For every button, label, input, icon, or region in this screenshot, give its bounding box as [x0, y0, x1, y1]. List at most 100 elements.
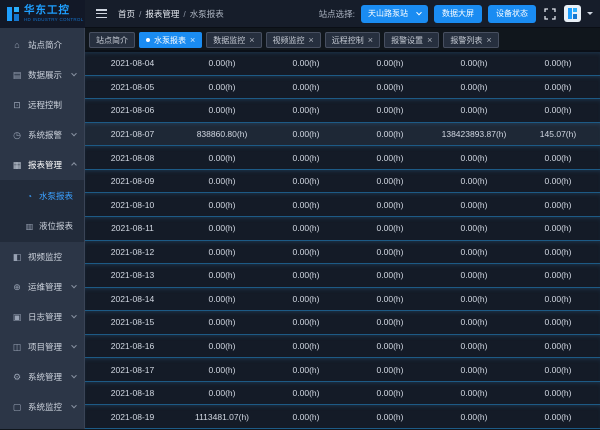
table-row[interactable]: 2021-08-08 0.00(h) 0.00(h) 0.00(h) 0.00(… — [85, 146, 600, 170]
sidebar-item[interactable]: ⚙ 系统管理 — [0, 362, 84, 392]
device-status-button[interactable]: 设备状态 — [488, 5, 536, 23]
table-row[interactable]: 2021-08-04 0.00(h) 0.00(h) 0.00(h) 0.00(… — [85, 52, 600, 76]
sidebar-item[interactable]: ▦ 报表管理 — [0, 150, 84, 180]
chevron-icon — [71, 162, 77, 168]
sidebar-item[interactable]: ▢ 系统监控 — [0, 392, 84, 422]
sidebar-item[interactable]: ◷ 系统报警 — [0, 120, 84, 150]
row-value-cell: 0.00(h) — [432, 105, 516, 115]
tab[interactable]: 远程控制 × — [325, 32, 380, 48]
project-manage-icon: ◫ — [12, 342, 22, 353]
row-value-cell: 0.00(h) — [264, 317, 348, 327]
active-tab-dot — [146, 38, 150, 42]
pump-report-icon: ◔ — [25, 192, 34, 201]
row-value-cell: 0.00(h) — [180, 270, 264, 280]
video-monitor-icon: ◧ — [12, 252, 22, 263]
sidebar-subitem-label: 水泵报表 — [39, 190, 73, 202]
table-row[interactable]: 2021-08-07 838860.80(h) 0.00(h) 0.00(h) … — [85, 123, 600, 147]
sidebar-item-label: 项目管理 — [28, 341, 62, 353]
tab[interactable]: 视频监控 × — [266, 32, 321, 48]
row-value-cell: 0.00(h) — [516, 412, 600, 422]
row-value-cell: 0.00(h) — [432, 247, 516, 257]
row-value-cell: 0.00(h) — [264, 200, 348, 210]
avatar-logo-icon — [568, 8, 577, 19]
row-value-cell: 0.00(h) — [264, 129, 348, 139]
chevron-icon — [71, 131, 77, 137]
tab-close-icon[interactable]: × — [486, 36, 491, 45]
tab[interactable]: 报警设置 × — [384, 32, 439, 48]
row-value-cell: 0.00(h) — [264, 58, 348, 68]
tab-close-icon[interactable]: × — [309, 36, 314, 45]
user-avatar[interactable] — [564, 5, 581, 22]
sidebar-subitem[interactable]: ◔ 水泵报表 — [0, 181, 84, 211]
site-select-dropdown[interactable]: 天山路泵站 — [361, 5, 428, 23]
sidebar-item[interactable]: ▤ 数据展示 — [0, 60, 84, 90]
row-date-cell: 2021-08-13 — [85, 270, 180, 280]
table-row[interactable]: 2021-08-10 0.00(h) 0.00(h) 0.00(h) 0.00(… — [85, 193, 600, 217]
sidebar-subitem[interactable]: ▥ 液位报表 — [0, 211, 84, 241]
level-report-icon: ▥ — [25, 222, 34, 231]
sidebar-subitem-label: 液位报表 — [39, 220, 73, 232]
tab[interactable]: 报警列表 × — [443, 32, 498, 48]
row-value-cell: 138423893.87(h) — [432, 129, 516, 139]
table-row[interactable]: 2021-08-14 0.00(h) 0.00(h) 0.00(h) 0.00(… — [85, 288, 600, 312]
sidebar-item[interactable]: ⊕ 运维管理 — [0, 272, 84, 302]
tab-close-icon[interactable]: × — [249, 36, 254, 45]
row-value-cell: 0.00(h) — [180, 105, 264, 115]
row-value-cell: 0.00(h) — [516, 200, 600, 210]
tab-close-icon[interactable]: × — [427, 36, 432, 45]
sidebar-item[interactable]: ◫ 项目管理 — [0, 332, 84, 362]
site-intro-icon: ⌂ — [12, 40, 22, 50]
sidebar-item[interactable]: ⌂ 站点简介 — [0, 30, 84, 60]
chevron-icon — [71, 403, 77, 409]
row-value-cell: 0.00(h) — [348, 105, 432, 115]
row-value-cell: 0.00(h) — [432, 153, 516, 163]
data-big-screen-button[interactable]: 数据大屏 — [434, 5, 482, 23]
tab[interactable]: 水泵报表 × — [139, 32, 202, 48]
row-value-cell: 0.00(h) — [516, 388, 600, 398]
table-row[interactable]: 2021-08-09 0.00(h) 0.00(h) 0.00(h) 0.00(… — [85, 170, 600, 194]
breadcrumb-separator: / — [183, 9, 185, 19]
row-value-cell: 0.00(h) — [264, 176, 348, 186]
table-row[interactable]: 2021-08-18 0.00(h) 0.00(h) 0.00(h) 0.00(… — [85, 382, 600, 406]
breadcrumb: 首页/报表管理/水泵报表 — [118, 8, 224, 20]
fullscreen-icon[interactable] — [542, 8, 558, 20]
user-menu-caret-icon[interactable] — [587, 12, 593, 15]
row-date-cell: 2021-08-16 — [85, 341, 180, 351]
sidebar-item-label: 视频监控 — [28, 251, 62, 263]
table-row[interactable]: 2021-08-16 0.00(h) 0.00(h) 0.00(h) 0.00(… — [85, 335, 600, 359]
table-row[interactable]: 2021-08-06 0.00(h) 0.00(h) 0.00(h) 0.00(… — [85, 99, 600, 123]
sidebar-item[interactable]: ◧ 视频监控 — [0, 242, 84, 272]
collapse-menu-icon[interactable] — [96, 9, 107, 18]
sidebar-item-label: 报表管理 — [28, 159, 62, 171]
sidebar-item[interactable]: ⊡ 远程控制 — [0, 90, 84, 120]
row-value-cell: 0.00(h) — [516, 294, 600, 304]
table-row[interactable]: 2021-08-17 0.00(h) 0.00(h) 0.00(h) 0.00(… — [85, 358, 600, 382]
tab-close-icon[interactable]: × — [190, 36, 195, 45]
site-select-label: 站点选择: — [319, 8, 355, 20]
row-value-cell: 0.00(h) — [432, 341, 516, 351]
breadcrumb-item[interactable]: 首页 — [118, 8, 135, 20]
tab-label: 报警列表 — [450, 35, 482, 46]
sidebar-item[interactable]: ▣ 日志管理 — [0, 302, 84, 332]
table-row[interactable]: 2021-08-05 0.00(h) 0.00(h) 0.00(h) 0.00(… — [85, 76, 600, 100]
table-row[interactable]: 2021-08-13 0.00(h) 0.00(h) 0.00(h) 0.00(… — [85, 264, 600, 288]
row-value-cell: 0.00(h) — [348, 247, 432, 257]
tab[interactable]: 数据监控 × — [206, 32, 261, 48]
system-alarm-icon: ◷ — [12, 130, 22, 141]
row-value-cell: 0.00(h) — [348, 341, 432, 351]
company-logo: 华东工控 HD INDUSTRY CONTROL — [0, 0, 85, 28]
table-row[interactable]: 2021-08-12 0.00(h) 0.00(h) 0.00(h) 0.00(… — [85, 241, 600, 265]
data-display-icon: ▤ — [12, 70, 22, 81]
tab[interactable]: 站点简介 — [89, 32, 135, 48]
row-value-cell: 0.00(h) — [348, 388, 432, 398]
site-select-value: 天山路泵站 — [368, 8, 408, 19]
row-value-cell: 0.00(h) — [180, 247, 264, 257]
table-row[interactable]: 2021-08-11 0.00(h) 0.00(h) 0.00(h) 0.00(… — [85, 217, 600, 241]
table-row[interactable]: 2021-08-19 1113481.07(h) 0.00(h) 0.00(h)… — [85, 405, 600, 429]
table-row[interactable]: 2021-08-15 0.00(h) 0.00(h) 0.00(h) 0.00(… — [85, 311, 600, 335]
chevron-icon — [71, 283, 77, 289]
tab-close-icon[interactable]: × — [368, 36, 373, 45]
breadcrumb-item[interactable]: 报表管理 — [145, 8, 179, 20]
row-value-cell: 0.00(h) — [348, 58, 432, 68]
row-value-cell: 0.00(h) — [432, 58, 516, 68]
